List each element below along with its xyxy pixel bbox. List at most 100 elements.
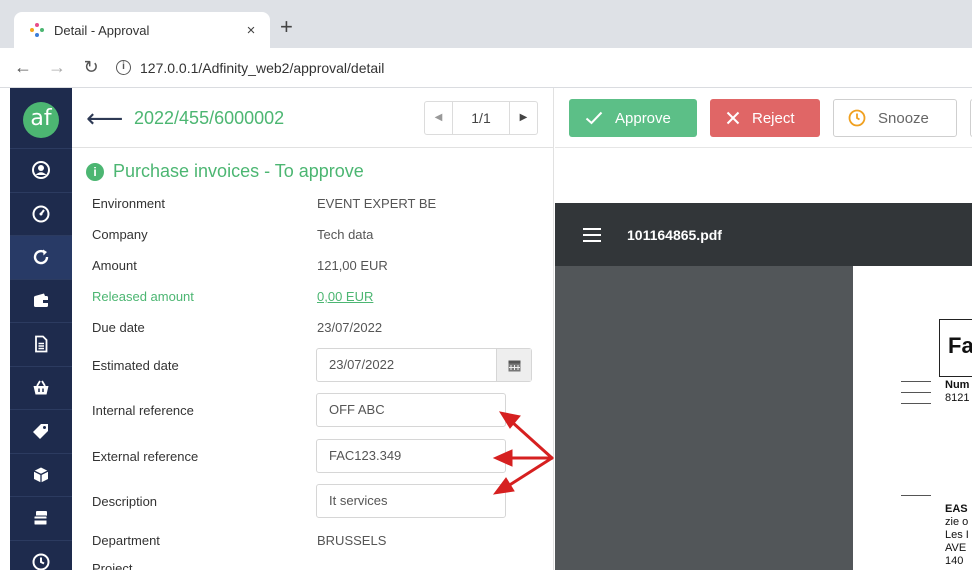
pdf-viewer: 101164865.pdf Fa Num 8121 EAS zie o Les … — [555, 203, 972, 570]
pdf-toolbar: 101164865.pdf — [555, 203, 972, 266]
detail-panel: ⟵ 2022/455/6000002 ◀ 1/1 ▶ i Purchase in… — [72, 88, 554, 570]
snooze-label: Snooze — [878, 109, 929, 127]
calendar-icon — [508, 360, 520, 371]
status-title: Purchase invoices - To approve — [113, 161, 364, 181]
info-icon: i — [86, 162, 104, 181]
basket-icon — [33, 380, 49, 395]
sidebar-item-documents[interactable] — [10, 322, 72, 366]
approve-label: Approve — [615, 109, 671, 127]
description-value: It services — [329, 493, 388, 508]
pdf-filename: 101164865.pdf — [627, 226, 722, 243]
sidebar-item-user[interactable] — [10, 148, 72, 192]
new-tab-button[interactable]: + — [280, 16, 293, 38]
sidebar-item-tags[interactable] — [10, 409, 72, 453]
pdf-rule — [901, 392, 931, 393]
forward-nav-icon[interactable]: → — [46, 57, 68, 78]
calendar-button[interactable] — [496, 349, 531, 381]
address-bar[interactable]: i 127.0.0.1/Adfinity_web2/approval/detai… — [116, 60, 384, 76]
app-logo[interactable]: af — [23, 102, 59, 138]
estimated-date-value: 23/07/2022 — [329, 357, 395, 372]
card-stack-icon — [33, 511, 48, 526]
sidebar-item-wallet[interactable] — [10, 278, 72, 323]
description-input[interactable]: It services — [316, 484, 506, 518]
url-text: 127.0.0.1/Adfinity_web2/approval/detail — [140, 59, 385, 76]
document-icon — [35, 335, 48, 353]
document-number: 2022/455/6000002 — [134, 108, 285, 128]
amount-value: 121,00 EUR — [317, 258, 388, 273]
pdf-text-line: Les I — [945, 529, 969, 541]
back-arrow-icon[interactable]: ⟵ — [86, 105, 123, 131]
department-value: BRUSSELS — [317, 533, 387, 548]
pdf-rule — [901, 403, 931, 404]
pdf-text-line: EAS — [945, 503, 968, 515]
user-icon — [32, 161, 50, 180]
back-nav-icon[interactable]: ← — [12, 57, 34, 78]
department-label: Department — [92, 533, 160, 548]
environment-label: Environment — [92, 196, 165, 211]
amount-label: Amount — [92, 258, 137, 273]
tab-close-icon[interactable]: × — [242, 22, 260, 39]
approve-button[interactable]: Approve — [569, 99, 697, 137]
pager-count: 1/1 — [471, 110, 491, 126]
pdf-text-line: zie o — [945, 516, 969, 528]
sidebar-item-history[interactable] — [10, 539, 72, 570]
pdf-page: Fa Num 8121 EAS zie o Les I AVE 140 — [853, 266, 972, 570]
record-pager: ◀ 1/1 ▶ — [424, 101, 538, 135]
estimated-date-label: Estimated date — [92, 358, 179, 373]
pdf-text-line: AVE — [945, 542, 967, 554]
external-reference-value: FAC123.349 — [329, 448, 402, 463]
estimated-date-input[interactable]: 23/07/2022 — [316, 348, 532, 382]
pdf-text-line: Num — [945, 379, 970, 391]
internal-reference-input[interactable]: OFF ABC — [316, 393, 506, 427]
description-label: Description — [92, 494, 158, 509]
action-toolbar: Approve Reject Snooze — [555, 88, 972, 148]
project-label: Project — [92, 561, 133, 570]
tag-icon — [33, 424, 48, 440]
hamburger-menu-icon[interactable] — [583, 224, 601, 246]
site-info-icon[interactable]: i — [116, 60, 131, 75]
external-reference-input[interactable]: FAC123.349 — [316, 439, 506, 473]
pager-prev-icon[interactable]: ◀ — [425, 102, 453, 134]
clock-icon — [32, 553, 50, 570]
reject-button[interactable]: Reject — [710, 99, 820, 137]
box-icon — [33, 467, 49, 483]
pdf-rule — [901, 495, 931, 496]
dashboard-gauge-icon — [32, 205, 50, 223]
external-reference-label: External reference — [92, 449, 199, 464]
pdf-text-line: 140 — [945, 555, 964, 567]
released-amount-label: Released amount — [92, 289, 194, 304]
pdf-text-line: 8121 — [945, 392, 970, 404]
reload-icon[interactable]: ↻ — [80, 57, 102, 78]
favicon-icon — [30, 23, 44, 37]
snooze-clock-icon — [848, 109, 866, 127]
company-value: Tech data — [317, 227, 374, 242]
check-icon — [585, 111, 603, 125]
pager-next-icon[interactable]: ▶ — [509, 102, 537, 134]
reject-label: Reject — [752, 109, 795, 127]
internal-reference-value: OFF ABC — [329, 402, 385, 417]
due-date-label: Due date — [92, 320, 145, 335]
internal-reference-label: Internal reference — [92, 403, 194, 418]
browser-toolbar: ← → ↻ i 127.0.0.1/Adfinity_web2/approval… — [0, 48, 972, 88]
app-sidebar: af — [10, 88, 72, 570]
browser-tab-strip: Detail - Approval × + — [0, 0, 972, 48]
detail-header: ⟵ 2022/455/6000002 ◀ 1/1 ▶ — [72, 88, 554, 148]
snooze-button[interactable]: Snooze — [833, 99, 957, 137]
sidebar-item-dashboard[interactable] — [10, 191, 72, 236]
browser-tab[interactable]: Detail - Approval × — [14, 12, 270, 48]
close-icon — [726, 111, 740, 125]
sidebar-item-workflow[interactable] — [10, 235, 72, 279]
wallet-icon — [34, 293, 48, 307]
sidebar-item-cards[interactable] — [10, 496, 72, 540]
pdf-rule — [901, 381, 931, 382]
company-label: Company — [92, 227, 148, 242]
tab-title: Detail - Approval — [54, 22, 150, 38]
due-date-value: 23/07/2022 — [317, 320, 383, 335]
pdf-heading: Fa — [948, 333, 972, 358]
environment-value: EVENT EXPERT BE — [317, 196, 437, 211]
sidebar-item-products[interactable] — [10, 452, 72, 497]
status-line: i Purchase invoices - To approve — [86, 161, 364, 182]
refresh-icon — [33, 249, 49, 265]
sidebar-item-purchases[interactable] — [10, 365, 72, 410]
released-amount-link[interactable]: 0,00 EUR — [317, 289, 373, 304]
